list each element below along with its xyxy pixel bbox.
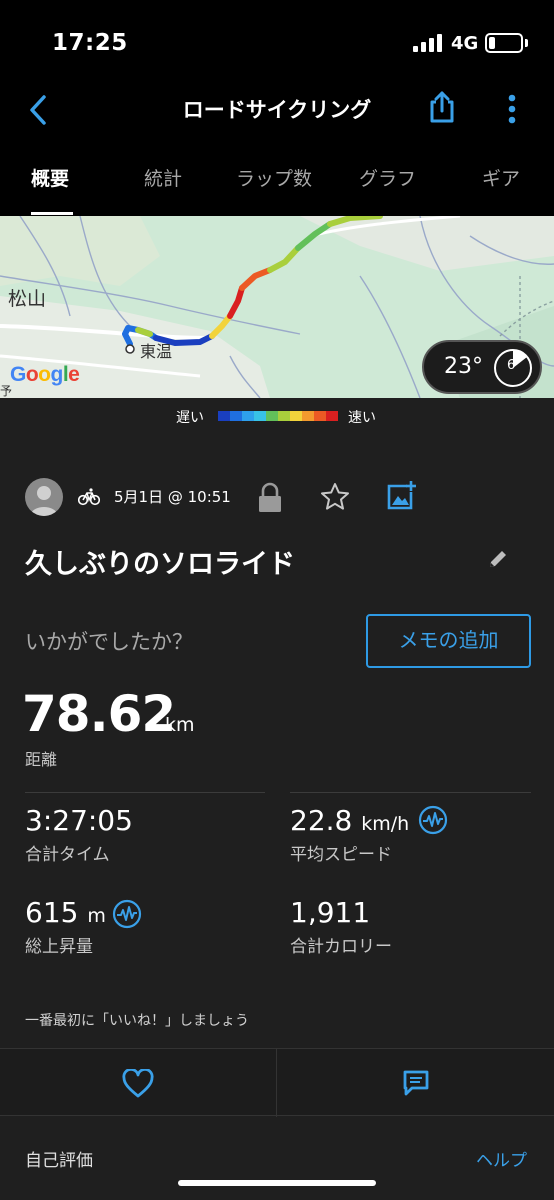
status-bar: 17:25 4G [0,0,554,90]
pencil-icon[interactable] [487,548,509,570]
map-label-matsuyama: 松山 [8,288,47,310]
elevation-value: 615 [25,896,79,929]
person-icon [30,486,58,516]
more-vertical-icon[interactable] [505,92,519,126]
legend-slow-label: 遅い [176,410,204,426]
calories-value: 1,911 [290,896,371,929]
legend-color-step [254,411,266,421]
elevation-stat: 615 m [25,896,106,929]
avatar[interactable] [25,478,63,516]
network-type: 4G [451,33,479,54]
divider [276,1049,277,1117]
signal-icon [413,34,442,52]
tab-gear[interactable]: ギア [482,164,520,191]
map-label-tou: 東温 [140,342,173,361]
google-letter: G [10,363,26,386]
google-letter: e [68,363,80,386]
tab-graph[interactable]: グラフ [359,164,416,191]
legend-color-step [278,411,290,421]
distance-value: 78.62 [22,685,176,743]
distance-label: 距離 [25,750,58,769]
help-link[interactable]: ヘルプ [476,1146,527,1171]
active-tab-indicator [31,212,73,215]
avg-speed-unit: km/h [361,813,410,835]
activity-date: 5月1日 @ 10:51 [114,488,231,506]
legend-color-step [218,411,230,421]
divider [25,792,265,793]
battery-tip [525,39,528,47]
google-letter: o [25,363,39,386]
graph-pulse-icon[interactable] [112,899,142,929]
total-time-value: 3:27:05 [25,804,133,837]
add-memo-button[interactable]: メモの追加 [366,614,531,668]
legend-color-step [266,411,278,421]
like-prompt: 一番最初に「いいね！」しましょう [25,1013,249,1029]
lock-icon[interactable] [257,482,283,514]
avg-speed-value: 22.8 [290,804,353,837]
divider [290,792,531,793]
legend-color-step [242,411,254,421]
comment-icon[interactable] [402,1069,430,1097]
activity-meta-row: 5月1日 @ 10:51 [0,478,554,518]
share-icon[interactable] [428,90,456,124]
activity-summary: 5月1日 @ 10:51 久しぶりのソロライド いかがでしたか？ メモの追加 7… [0,434,554,1200]
tab-bar: 概要 統計 ラップ数 グラフ ギア [0,150,554,216]
page-title: ロードサイクリング [182,98,372,122]
battery-level [489,37,495,49]
avg-speed-label: 平均スピード [290,845,392,865]
battery-icon [485,33,523,53]
home-indicator[interactable] [178,1180,376,1186]
social-action-bar [0,1048,554,1117]
status-time: 17:25 [52,30,128,56]
tab-laps[interactable]: ラップ数 [236,164,312,191]
add-photo-icon[interactable] [385,480,417,512]
tab-overview[interactable]: 概要 [31,164,69,191]
google-logo: Google [10,362,80,387]
total-time-label: 合計タイム [25,845,110,865]
legend-color-step [230,411,242,421]
weather-badge[interactable]: 23° 6 [422,340,542,394]
feedback-prompt: いかがでしたか？ [25,630,193,654]
star-icon[interactable] [320,482,350,512]
legend-fast-label: 速い [348,410,376,426]
activity-title[interactable]: 久しぶりのソロライド [25,542,295,581]
elevation-label: 総上昇量 [25,937,93,957]
temperature: 23° [444,354,483,379]
distance-unit: km [165,714,195,736]
route-map[interactable]: 松山 東温 予 Google 23° 6 [0,216,554,398]
calories-label: 合計カロリー [290,937,392,957]
legend-color-step [314,411,326,421]
avg-speed-stat: 22.8 km/h [290,804,409,837]
legend-color-step [302,411,314,421]
google-letter: g [50,363,64,386]
bicycle-icon [78,488,100,506]
app-header: ロードサイクリング [0,90,554,142]
elevation-unit: m [87,905,106,927]
legend-color-step [290,411,302,421]
graph-pulse-icon[interactable] [418,805,448,835]
wind-speed: 6 [507,358,516,373]
speed-legend: 遅い 速い [0,398,554,434]
heart-icon[interactable] [122,1069,154,1099]
self-rating-label: 自己評価 [25,1151,93,1171]
speed-color-scale [218,411,338,421]
tab-stats[interactable]: 統計 [144,164,182,191]
legend-color-step [326,411,338,421]
google-letter: o [38,363,51,386]
